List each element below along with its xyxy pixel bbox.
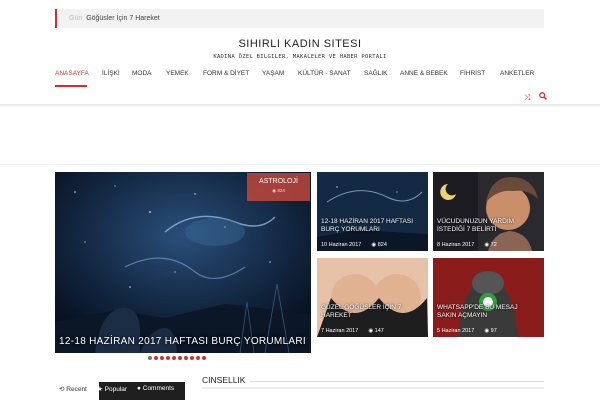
eye-icon: ◉ [272, 188, 277, 193]
slider-dot[interactable] [178, 356, 182, 360]
slider-dot[interactable] [166, 356, 170, 360]
slider-dot[interactable] [172, 356, 176, 360]
nav-item-moda[interactable]: MODA [132, 70, 152, 77]
ticker-headline[interactable]: Göğüsler İçin 7 Hareket [86, 15, 160, 22]
nav-item-saglik[interactable]: SAĞLIK [364, 70, 387, 77]
post-title[interactable]: WHATSAPP'DE BU MESAJ SAKIN AÇMAYIN [437, 304, 537, 320]
post-meta: 8 Haziran 2017 ◉ 72 [437, 242, 497, 248]
category-badge[interactable]: ASTROLOJİ ◉ 824 [247, 173, 310, 201]
main-nav: ANASAYFA İLİŞKİ MODA YEMEK FORM & DİYET … [55, 70, 544, 84]
section-divider [250, 381, 544, 382]
eye-icon: ◉ [484, 242, 490, 248]
nav-tools: ⤨ [524, 92, 553, 103]
category-label: ASTROLOJİ [259, 178, 298, 185]
ticker-label: Gün [69, 15, 83, 22]
featured-title[interactable]: 12-18 HAZİRAN 2017 HAFTASI BURÇ YORUMLAR… [59, 336, 306, 347]
post-date: 7 Haziran 2017 [321, 328, 359, 334]
nav-item-iliski[interactable]: İLİŞKİ [102, 70, 120, 77]
slider-dot[interactable] [190, 356, 194, 360]
post-thumbnail [317, 172, 428, 251]
nav-item-kultur-sanat[interactable]: KÜLTÜR - SANAT [298, 70, 351, 77]
nav-item-anne-bebek[interactable]: ANNE & BEBEK [400, 70, 448, 77]
featured-views-count: 824 [277, 188, 285, 193]
post-views: 824 [377, 242, 387, 248]
slider-dot[interactable] [184, 356, 188, 360]
ad-space [0, 107, 600, 165]
star-icon: ★ [97, 386, 103, 393]
eye-icon: ◉ [371, 242, 377, 248]
post-thumbnail [317, 258, 428, 337]
slider-dot[interactable] [148, 356, 152, 360]
post-views: 147 [374, 328, 384, 334]
post-date: 8 Haziran 2017 [437, 242, 475, 248]
section-rule [202, 387, 544, 389]
post-date: 10 Haziran 2017 [321, 242, 362, 248]
post-tile[interactable]: VÜCUDUNUZUN YARDIM İSTEDİĞİ 7 BELİRTİ 8 … [433, 172, 544, 251]
post-tile[interactable]: GÜZEL GÖĞÜSLER İÇİN 7 HAREKET 7 Haziran … [317, 258, 428, 337]
slider-dot[interactable] [202, 356, 206, 360]
nav-active-indicator [55, 85, 87, 87]
site-tagline: KADINA ÖZEL BILGILER, MAKALELER VE HABER… [213, 54, 387, 60]
nav-item-yemek[interactable]: YEMEK [166, 70, 189, 77]
shuffle-icon[interactable]: ⤨ [524, 93, 530, 102]
post-views: 97 [490, 328, 497, 334]
post-tile[interactable]: WHATSAPP'DE BU MESAJ SAKIN AÇMAYIN 5 Haz… [433, 258, 544, 337]
search-icon[interactable] [536, 92, 547, 102]
tab-comments-label: Comments [142, 385, 175, 392]
featured-views: ◉ 824 [247, 188, 310, 194]
post-date: 5 Haziran 2017 [437, 328, 475, 334]
nav-item-fihrist[interactable]: FİHRİST [460, 70, 485, 77]
nav-item-anketler[interactable]: ANKETLER [500, 70, 534, 77]
nav-item-yasam[interactable]: YAŞAM [262, 70, 284, 77]
tab-recent[interactable]: ⟲ Recent [59, 385, 87, 393]
news-ticker[interactable]: Gün Göğüsler İçin 7 Hareket [55, 9, 544, 28]
post-thumbnail [433, 258, 544, 337]
nav-item-anasayfa[interactable]: ANASAYFA [55, 70, 89, 77]
section-heading[interactable]: CINSELLIK [202, 375, 245, 385]
post-meta: 5 Haziran 2017 ◉ 97 [437, 328, 497, 334]
post-thumbnail [433, 172, 544, 251]
post-title[interactable]: VÜCUDUNUZUN YARDIM İSTEDİĞİ 7 BELİRTİ [437, 218, 537, 234]
slider-dot[interactable] [196, 356, 200, 360]
featured-post[interactable]: ASTROLOJİ ◉ 824 12-18 HAZİRAN 2017 HAFTA… [55, 172, 311, 353]
site-branding: SIHIRLI KADIN SITESI KADINA ÖZEL BILGILE… [0, 38, 600, 60]
tab-comments[interactable]: ● Comments [137, 385, 174, 392]
slider-dot[interactable] [154, 356, 158, 360]
eye-icon: ◉ [368, 328, 374, 334]
sidebar-tabs: ⟲ Recent ★ Popular ● Comments [55, 382, 185, 400]
comment-icon: ● [137, 385, 141, 392]
tab-popular[interactable]: ★ Popular [97, 385, 127, 393]
post-tile[interactable]: 12-18 HAZİRAN 2017 HAFTASI BURÇ YORUMLAR… [317, 172, 428, 251]
post-views: 72 [490, 242, 497, 248]
post-title[interactable]: 12-18 HAZİRAN 2017 HAFTASI BURÇ YORUMLAR… [321, 218, 421, 234]
tab-popular-label: Popular [104, 386, 128, 393]
eye-icon: ◉ [484, 328, 490, 334]
post-meta: 7 Haziran 2017 ◉ 147 [321, 328, 384, 334]
nav-item-form-diyet[interactable]: FORM & DİYET [203, 70, 249, 77]
slider-pagination [148, 356, 208, 361]
tab-recent-label: Recent [66, 386, 87, 393]
site-title[interactable]: SIHIRLI KADIN SITESI [0, 38, 600, 50]
slider-dot[interactable] [160, 356, 164, 360]
post-title[interactable]: GÜZEL GÖĞÜSLER İÇİN 7 HAREKET [321, 304, 421, 320]
post-meta: 10 Haziran 2017 ◉ 824 [321, 242, 387, 248]
history-icon: ⟲ [59, 386, 65, 393]
